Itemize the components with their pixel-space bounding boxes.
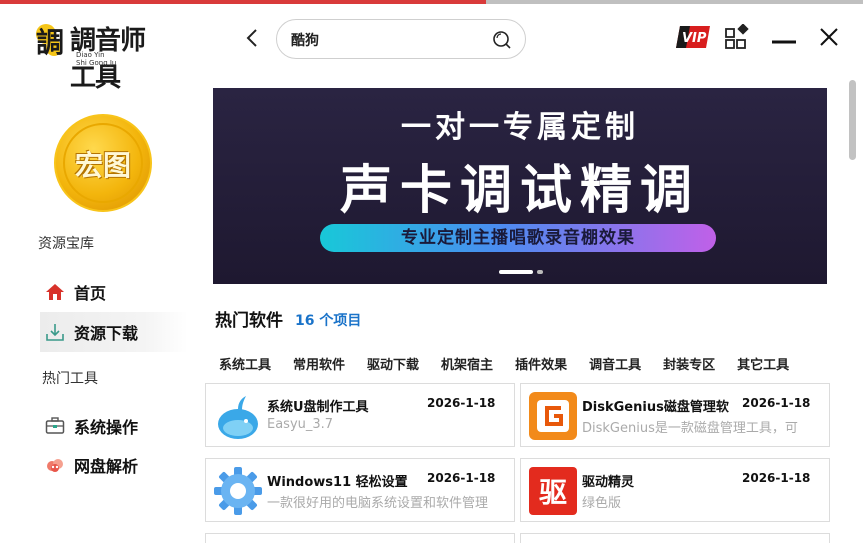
drive-genius-icon: 驱 — [529, 467, 577, 515]
banner-title: 声卡调试精调 — [339, 161, 700, 221]
carousel-dot[interactable] — [537, 270, 543, 274]
category-tab[interactable]: 其它工具 — [734, 352, 792, 375]
category-tab[interactable]: 插件效果 — [512, 352, 570, 375]
logo-pinyin-2: Shi Gong Ju — [76, 59, 117, 67]
logo-pinyin-1: Diao Yin — [76, 51, 105, 59]
software-desc: Easyu_3.7 — [267, 417, 334, 432]
category-tab[interactable]: 常用软件 — [290, 352, 348, 375]
search-icon[interactable] — [492, 30, 512, 50]
svg-text:調: 調 — [36, 26, 64, 59]
diskgenius-icon — [529, 392, 577, 440]
software-card-partial[interactable] — [205, 533, 515, 543]
category-tab[interactable]: 驱动下载 — [364, 352, 422, 375]
scrollbar-thumb[interactable] — [849, 80, 856, 160]
sidebar-section-title: 热门工具 — [42, 371, 98, 387]
category-tab[interactable]: 机架宿主 — [438, 352, 496, 375]
software-name: 驱动精灵 — [582, 475, 635, 490]
category-tab[interactable]: 调音工具 — [586, 352, 644, 375]
software-date: 2026-1-18 — [427, 471, 496, 485]
sidebar-item-label: 首页 — [74, 284, 107, 303]
category-tab[interactable]: 封装专区 — [660, 352, 718, 375]
software-desc: 一款很好用的电脑系统设置和软件管理 — [267, 496, 489, 511]
vip-icon[interactable]: VIP — [676, 26, 710, 48]
gear-icon — [214, 467, 262, 515]
minimize-icon[interactable] — [771, 28, 797, 48]
software-date: 2026-1-18 — [742, 396, 811, 410]
sidebar-item-system[interactable]: 系统操作 — [40, 406, 188, 446]
software-name: 系统U盘制作工具 — [267, 400, 369, 415]
close-icon[interactable] — [818, 26, 840, 48]
software-card[interactable]: Windows11 轻松设置 2026-1-18 一款很好用的电脑系统设置和软件… — [205, 458, 515, 522]
cloud-icon — [44, 454, 66, 476]
software-card[interactable]: DiskGenius磁盘管理软 2026-1-18 DiskGenius是一款磁… — [520, 383, 830, 447]
banner-tagline: 专业定制主播唱歌录音棚效果 — [320, 224, 716, 252]
sidebar-item-downloads[interactable]: 资源下载 — [40, 312, 188, 352]
sidebar: 宏图 资源宝库 首页 资源下载 热门工具 系统操作 网盘解析 — [0, 70, 200, 543]
app-logo: 調 調音师工具 Diao Yin Shi Gong Ju — [34, 18, 164, 93]
logo-mark-icon: 調 — [36, 24, 64, 59]
software-card-partial[interactable] — [520, 533, 830, 543]
scrollbar[interactable] — [846, 70, 860, 543]
home-icon — [44, 281, 66, 303]
download-icon — [44, 321, 66, 343]
carousel-dot-active[interactable] — [499, 270, 533, 274]
toolbox-icon — [44, 415, 66, 437]
avatar[interactable]: 宏图 — [54, 114, 152, 212]
svg-text:VIP: VIP — [682, 31, 707, 46]
software-card[interactable]: 系统U盘制作工具 2026-1-18 Easyu_3.7 — [205, 383, 515, 447]
software-name: DiskGenius磁盘管理软 — [582, 400, 729, 415]
sidebar-item-label: 系统操作 — [74, 418, 139, 437]
drive-genius-icon-glyph: 驱 — [539, 476, 567, 509]
sidebar-section-title: 资源宝库 — [38, 236, 94, 252]
category-tab[interactable]: 系统工具 — [216, 352, 274, 375]
search-input[interactable] — [291, 29, 491, 51]
sidebar-item-label: 网盘解析 — [74, 457, 139, 476]
apps-grid-icon[interactable] — [725, 24, 751, 50]
category-tabs: 系统工具 常用软件 驱动下载 机架宿主 插件效果 调音工具 封装专区 其它工具 — [216, 352, 808, 375]
search-box — [276, 19, 526, 59]
software-card[interactable]: 驱 驱动精灵 2026-1-18 绿色版 — [520, 458, 830, 522]
sidebar-item-home[interactable]: 首页 — [40, 272, 188, 312]
promo-banner[interactable]: 一对一专属定制 声卡调试精调 专业定制主播唱歌录音棚效果 — [213, 88, 827, 284]
sidebar-item-netdisk[interactable]: 网盘解析 — [40, 445, 188, 485]
software-date: 2026-1-18 — [742, 471, 811, 485]
item-count: 16 个项目 — [295, 313, 362, 329]
software-desc: DiskGenius是一款磁盘管理工具，可 — [582, 421, 798, 436]
header: 調 調音师工具 Diao Yin Shi Gong Ju VIP — [0, 4, 863, 93]
software-date: 2026-1-18 — [427, 396, 496, 410]
sidebar-item-label: 资源下载 — [74, 324, 139, 343]
avatar-text: 宏图 — [74, 149, 131, 182]
whale-icon — [218, 396, 258, 439]
banner-headline: 一对一专属定制 — [401, 110, 639, 145]
software-name: Windows11 轻松设置 — [267, 475, 408, 490]
section-title: 热门软件 — [215, 311, 283, 331]
software-desc: 绿色版 — [582, 496, 622, 511]
back-arrow-icon[interactable] — [242, 26, 262, 50]
